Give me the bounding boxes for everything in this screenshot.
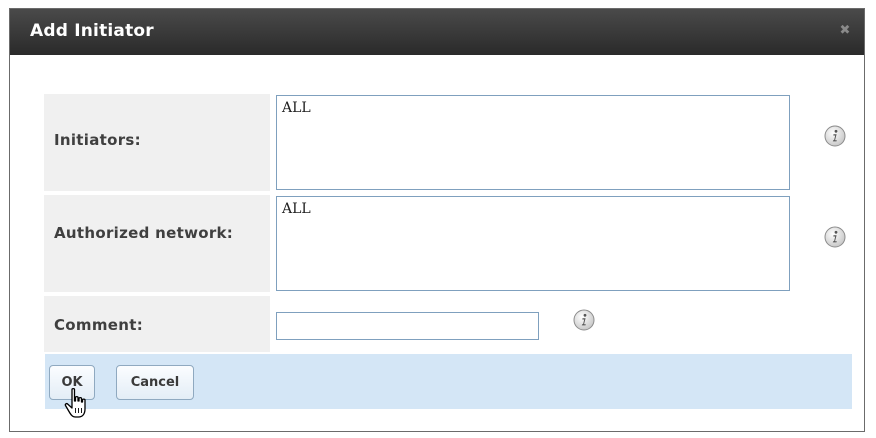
button-bar: OK Cancel: [45, 354, 852, 409]
add-initiator-dialog: Add Initiator ✖ Initiators: ALL Authoriz…: [9, 8, 865, 432]
info-icon[interactable]: [824, 226, 846, 248]
info-icon[interactable]: [824, 125, 846, 147]
initiators-label-cell: Initiators:: [44, 94, 270, 191]
authorized-network-field[interactable]: ALL: [276, 196, 790, 291]
initiators-label: Initiators:: [54, 131, 141, 149]
comment-label-cell: Comment:: [44, 296, 270, 352]
initiators-field[interactable]: ALL: [276, 95, 790, 190]
comment-label: Comment:: [54, 316, 143, 334]
close-icon[interactable]: ✖: [838, 24, 852, 38]
cancel-button[interactable]: Cancel: [116, 365, 194, 400]
hand-cursor-icon: [64, 387, 86, 418]
authorized-network-label: Authorized network:: [54, 224, 234, 242]
info-icon[interactable]: [573, 309, 595, 331]
comment-field[interactable]: [276, 312, 539, 340]
authorized-network-label-cell: Authorized network:: [44, 195, 270, 292]
dialog-titlebar[interactable]: Add Initiator ✖: [10, 9, 864, 55]
dialog-title: Add Initiator: [30, 21, 154, 41]
